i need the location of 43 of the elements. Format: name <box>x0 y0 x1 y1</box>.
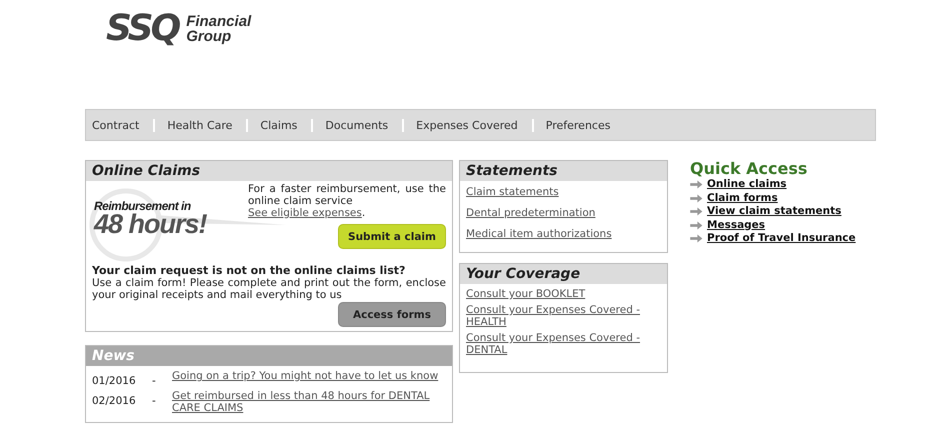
logo-text: Financial <box>186 14 252 29</box>
access-forms-button[interactable]: Access forms <box>338 302 446 327</box>
arrow-icon <box>690 194 703 203</box>
news-date: 01/2016 <box>92 374 137 387</box>
nav-link[interactable]: Expenses Covered <box>416 118 526 132</box>
question-text: Your claim request is not on the online claims list? <box>92 265 406 277</box>
arrow-icon <box>690 207 703 216</box>
coverage-link[interactable]: Consult your Expenses Covered - DENTAL <box>466 332 661 356</box>
eligible-expenses-link[interactable]: See eligible expenses <box>248 207 362 219</box>
news-date: 02/2016 <box>92 394 137 407</box>
panel-title: Statements <box>460 161 667 181</box>
quick-access-link[interactable]: Claim forms <box>707 192 778 205</box>
nav-link[interactable]: Contract <box>92 118 148 132</box>
arrow-icon <box>690 234 703 244</box>
panel-title: Your Coverage <box>460 264 667 284</box>
quick-access-link[interactable]: Messages <box>707 218 766 232</box>
quick-access-link[interactable]: Online claims <box>707 178 787 192</box>
statement-link[interactable]: Dental predetermination <box>466 207 661 219</box>
quick-access-link[interactable]: Proof of Travel Insurance <box>707 232 856 246</box>
statement-link[interactable]: Medical item authorizations <box>466 228 661 240</box>
coverage-link[interactable]: Consult your BOOKLET <box>466 288 661 300</box>
quick-access-link[interactable]: View claim statements <box>707 205 842 218</box>
nav-link[interactable]: Health Care <box>167 118 240 132</box>
submit-claim-button[interactable]: Submit a claim <box>338 224 446 249</box>
logo-text: Group <box>186 29 232 44</box>
news-dash: - <box>152 374 157 387</box>
quick-access-title: Quick Access <box>690 160 808 178</box>
panel-title: Online Claims <box>86 161 452 181</box>
news-link[interactable]: Get reimbursed in less than 48 hours for DENTAL CARE CLAIMS <box>172 390 446 414</box>
coverage-link[interactable]: Consult your Expenses Covered - HEALTH <box>466 304 661 328</box>
nav-link[interactable]: Documents <box>325 118 396 132</box>
intro-text: For a faster reimbursement, use the online claim service <box>248 183 446 207</box>
news-dash: - <box>152 394 157 407</box>
logo-mark: SSQ <box>106 11 178 47</box>
explanation-text: Use a claim form! Please complete and print out the form, enclose your original receipts and mail everything to us <box>92 277 446 301</box>
nav-link[interactable]: Preferences <box>546 118 618 132</box>
arrow-icon <box>690 180 703 190</box>
news-link[interactable]: Going on a trip? You might not have to let us know <box>172 370 446 382</box>
nav-link[interactable]: Claims <box>260 118 306 132</box>
panel-title: News <box>86 346 452 366</box>
arrow-icon <box>690 220 703 230</box>
punctuation: . <box>362 207 366 219</box>
statement-link[interactable]: Claim statements <box>466 186 661 198</box>
